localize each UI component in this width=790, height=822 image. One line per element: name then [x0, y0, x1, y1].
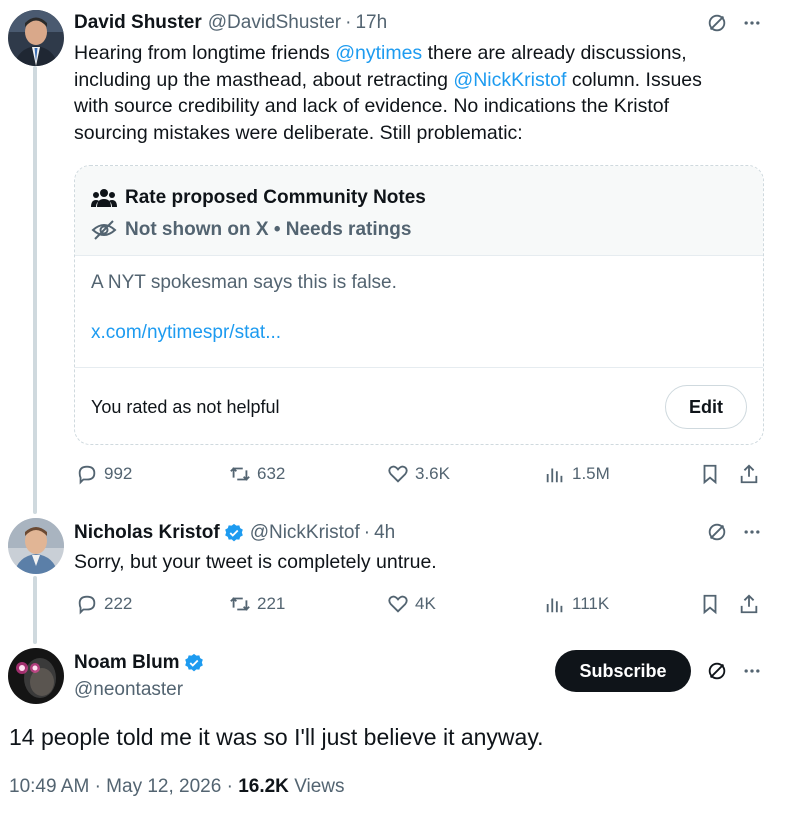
tweet1-author-handle[interactable]: @DavidShuster — [208, 12, 341, 34]
avatar-david-shuster[interactable] — [8, 10, 64, 66]
like-count: 4K — [415, 594, 436, 613]
verified-badge-icon — [184, 653, 204, 673]
tweet1-text-line: with source credibility and lack of evid… — [74, 95, 670, 117]
more-options-icon[interactable] — [742, 13, 762, 33]
tweet3-top-icons — [706, 660, 762, 682]
tweet2-header: Nicholas Kristof @NickKristof · 4h — [74, 522, 395, 544]
repost-icon — [230, 467, 250, 481]
views-icon — [546, 598, 563, 613]
reply-button[interactable]: 992 — [76, 463, 132, 485]
tweet2-top-icons — [706, 521, 762, 543]
tweet2-author-name[interactable]: Nicholas Kristof — [74, 522, 220, 544]
repost-button[interactable]: 221 — [229, 593, 285, 615]
views-button[interactable]: 1.5M — [544, 463, 610, 485]
mention-nytimes[interactable]: @nytimes — [335, 42, 422, 64]
tweet3-date[interactable]: May 12, 2026 — [106, 776, 221, 797]
tweet2-timestamp[interactable]: 4h — [374, 522, 395, 544]
repost-count: 632 — [257, 464, 286, 483]
share-icon — [740, 594, 758, 614]
tweet1-author-name[interactable]: David Shuster — [74, 12, 202, 34]
community-note-rating-status: You rated as not helpful — [91, 396, 280, 417]
reply-count: 222 — [104, 594, 133, 613]
meta-separator: · — [94, 776, 101, 797]
community-note-status-row: Not shown on X • Needs ratings — [91, 214, 747, 246]
community-note-title-row: Rate proposed Community Notes — [91, 182, 747, 214]
bookmark-button[interactable] — [699, 463, 721, 485]
tweet1-header: David Shuster @DavidShuster · 17h — [74, 12, 387, 34]
community-note-footer: You rated as not helpful Edit — [75, 368, 763, 444]
tweet2-separator: · — [363, 522, 371, 543]
tweet1-top-icons — [706, 12, 762, 34]
thread-line-1 — [33, 66, 37, 514]
tweet1-text-segment: including up the masthead, about retract… — [74, 68, 454, 91]
like-button[interactable]: 3.6K — [387, 463, 450, 485]
community-note-header[interactable]: Rate proposed Community Notes Not shown … — [75, 166, 763, 256]
community-note-title: Rate proposed Community Notes — [125, 187, 426, 208]
tweet1-text-segment: Hearing from longtime friends — [74, 42, 336, 64]
grok-icon[interactable] — [706, 660, 728, 682]
heart-icon — [388, 595, 408, 613]
reply-count: 992 — [104, 464, 133, 483]
reply-icon — [78, 595, 96, 615]
tweet3-author-handle[interactable]: @neontaster — [74, 679, 183, 701]
tweet1-text-segment: column. Issues — [566, 68, 702, 91]
heart-icon — [388, 465, 408, 483]
repost-icon — [230, 597, 250, 611]
bookmark-icon — [703, 464, 717, 485]
tweet3-handle-row: @neontaster — [74, 679, 183, 701]
community-note-text: A NYT spokesman says this is false. — [91, 272, 397, 293]
tweet3-views-label: Views — [294, 776, 345, 797]
more-options-icon[interactable] — [742, 661, 762, 681]
eye-slash-icon — [91, 219, 117, 241]
tweet3-views-count: 16.2K — [238, 776, 289, 797]
tweet1-timestamp[interactable]: 17h — [355, 12, 387, 34]
avatar-nicholas-kristof[interactable] — [8, 518, 64, 574]
share-icon — [740, 464, 758, 484]
tweet1-separator: · — [345, 12, 352, 33]
grok-icon[interactable] — [706, 12, 728, 34]
mention-nickkristof[interactable]: @NickKristof — [453, 69, 566, 91]
community-note-link[interactable]: x.com/nytimespr/stat... — [91, 322, 747, 344]
grok-icon[interactable] — [706, 521, 728, 543]
edit-rating-button[interactable]: Edit — [665, 385, 747, 429]
views-count: 111K — [572, 594, 610, 613]
reply-button[interactable]: 222 — [76, 593, 132, 615]
tweet3-time[interactable]: 10:49 AM — [9, 776, 89, 797]
reply-icon — [78, 465, 96, 485]
tweet1-text-segment: there are already discussions, — [422, 42, 687, 64]
avatar-noam-blum[interactable] — [8, 648, 64, 704]
share-button[interactable] — [738, 593, 760, 615]
community-note-body: A NYT spokesman says this is false. x.co… — [75, 256, 763, 368]
views-count: 1.5M — [572, 464, 610, 483]
like-count: 3.6K — [415, 464, 450, 483]
tweet1-text-line: sourcing mistakes were deliberate. Still… — [74, 121, 523, 144]
tweet2-actions: 222 221 4K 111K — [74, 593, 766, 619]
verified-badge-icon — [224, 523, 244, 543]
thread-line-2 — [33, 576, 37, 644]
tweet2-text: Sorry, but your tweet is completely untr… — [74, 551, 437, 573]
views-button[interactable]: 111K — [544, 593, 609, 615]
views-icon — [546, 468, 563, 483]
tweet3-text: 14 people told me it was so I'll just be… — [9, 724, 544, 750]
meta-separator: · — [226, 776, 233, 797]
bookmark-icon — [703, 594, 717, 615]
tweet3-meta: 10:49 AM · May 12, 2026 · 16.2K Views — [9, 776, 345, 798]
repost-button[interactable]: 632 — [229, 463, 285, 485]
subscribe-button[interactable]: Subscribe — [555, 650, 691, 692]
more-options-icon[interactable] — [742, 522, 762, 542]
tweet2-author-handle[interactable]: @NickKristof — [250, 522, 360, 544]
tweet1-text: Hearing from longtime friends @nytimes t… — [74, 40, 764, 146]
people-icon — [91, 187, 117, 209]
community-note-status: Not shown on X • Needs ratings — [125, 219, 412, 240]
tweet3-author-name[interactable]: Noam Blum — [74, 652, 180, 674]
bookmark-button[interactable] — [699, 593, 721, 615]
repost-count: 221 — [257, 594, 286, 613]
like-button[interactable]: 4K — [387, 593, 436, 615]
share-button[interactable] — [738, 463, 760, 485]
tweet1-actions: 992 632 3.6K 1.5M — [74, 463, 766, 489]
community-note-card: Rate proposed Community Notes Not shown … — [74, 165, 764, 445]
tweet3-header: Noam Blum — [74, 652, 204, 674]
